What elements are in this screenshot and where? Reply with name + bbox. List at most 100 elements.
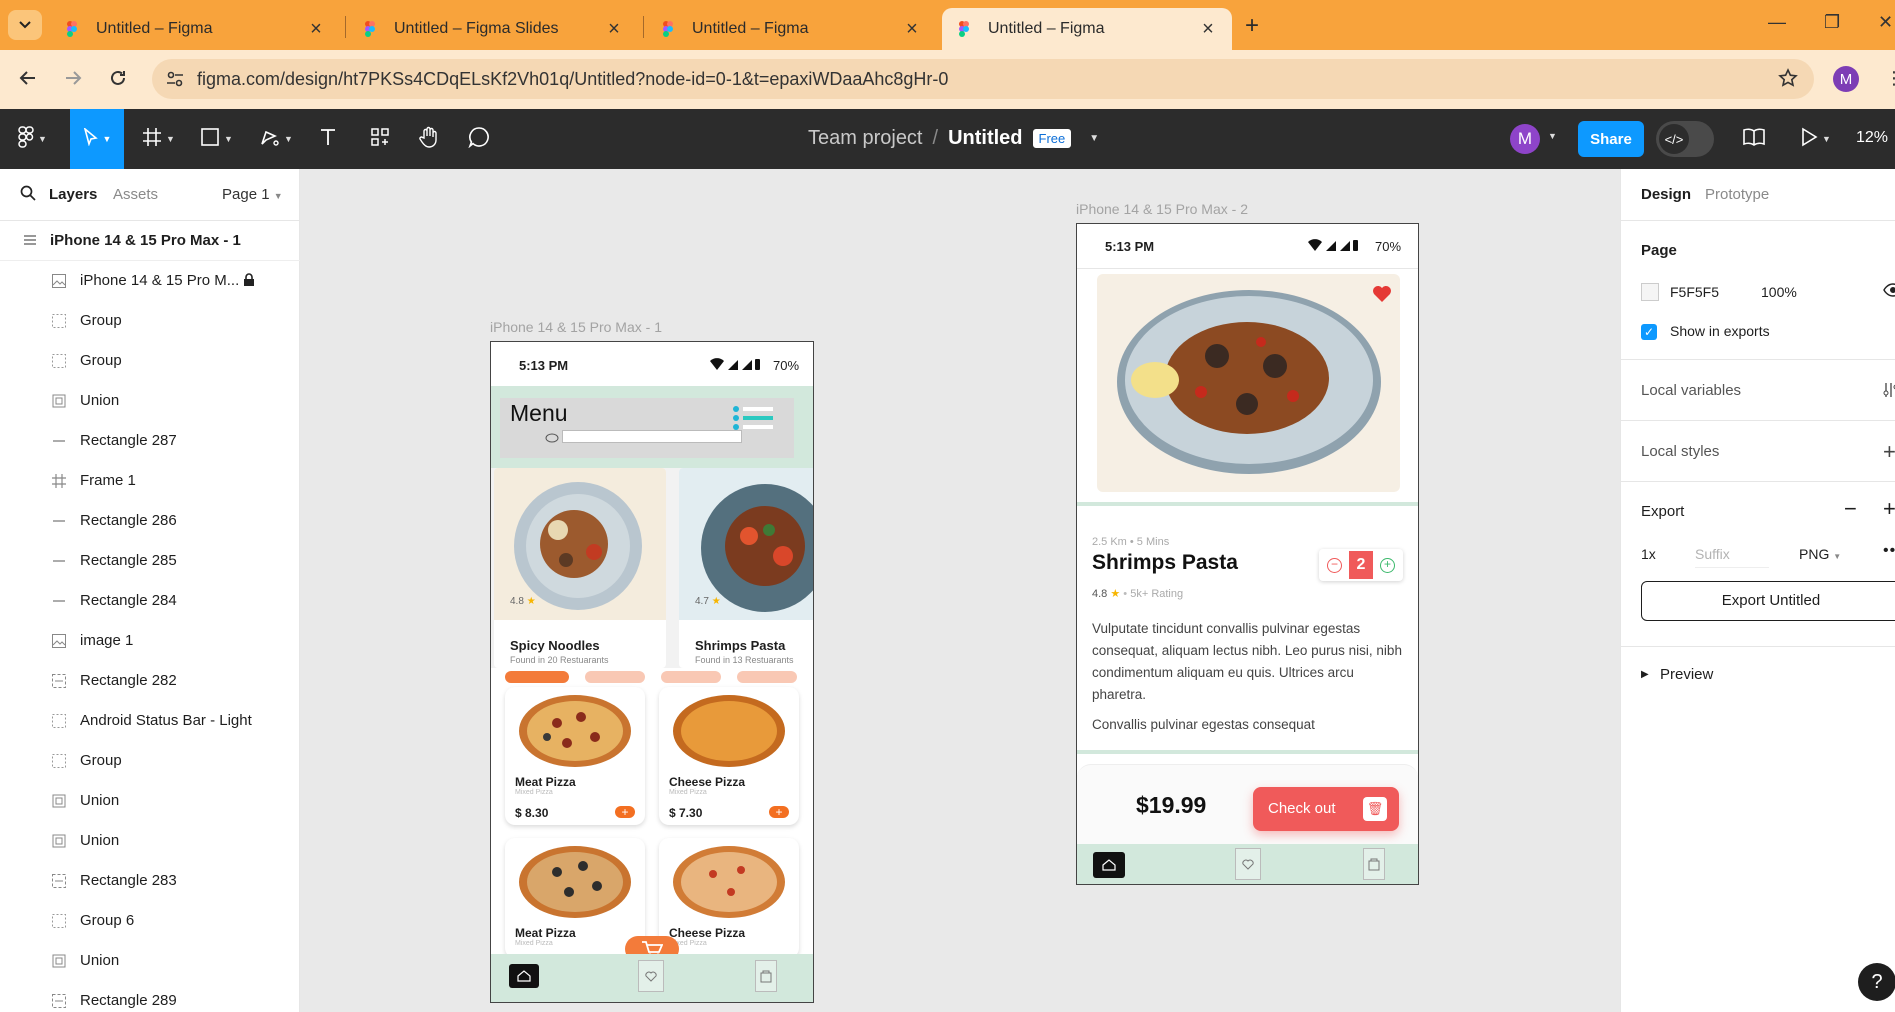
eye-icon[interactable] [1883,282,1895,303]
pizza-card[interactable]: Meat Pizza Mixed Pizza [505,838,645,958]
add-style-plus-icon[interactable]: + [1883,439,1895,465]
layer-root-frame[interactable]: iPhone 14 & 15 Pro Max - 1 [0,221,300,261]
close-icon[interactable]: × [306,18,326,41]
chevron-down-icon[interactable]: ▼ [1089,133,1099,144]
bookmark-star-icon[interactable] [1778,68,1798,93]
remove-export-minus-icon[interactable]: − [1844,496,1857,522]
layer-row[interactable]: Rectangle 285 [0,541,300,581]
tab-prototype[interactable]: Prototype [1705,186,1769,203]
back-arrow-icon[interactable] [16,66,40,90]
frame-2-label[interactable]: iPhone 14 & 15 Pro Max - 2 [1076,201,1248,217]
page-opacity-value[interactable]: 100% [1761,284,1797,300]
quantity-stepper[interactable]: − 2 + [1319,549,1403,581]
bag-icon[interactable] [755,960,777,992]
chip[interactable] [505,671,569,683]
browser-tab-4-active[interactable]: Untitled – Figma × [942,8,1232,50]
export-scale[interactable]: 1x [1641,546,1656,562]
layer-row[interactable]: Android Status Bar - Light [0,701,300,741]
frame-tool-button[interactable]: ▼ [142,125,175,153]
pizza-card[interactable]: Meat Pizza Mixed Pizza $ 8.30 + [505,687,645,825]
search-input[interactable] [562,430,742,443]
resources-tool-button[interactable] [370,125,390,153]
page-color-value[interactable]: F5F5F5 [1670,284,1719,300]
layer-row[interactable]: iPhone 14 & 15 Pro M... [0,261,300,301]
chip[interactable] [585,671,645,683]
checkout-button[interactable]: Check out 🗑 [1253,787,1399,831]
plus-icon[interactable]: + [1380,558,1395,573]
layer-row[interactable]: Group [0,341,300,381]
share-button[interactable]: Share [1578,121,1644,157]
window-close-icon[interactable]: ✕ [1878,12,1893,33]
add-icon[interactable]: + [769,806,789,818]
phone-frame-1[interactable]: 5:13 PM 70% Menu 4.8 ★ Spicy Noodles Fou… [490,341,814,1003]
layer-row[interactable]: Union [0,941,300,981]
chevron-down-icon[interactable]: ▼ [1548,131,1557,141]
layer-row[interactable]: Rectangle 289 [0,981,300,1012]
bag-icon[interactable] [1363,848,1385,880]
export-suffix-input[interactable]: Suffix [1695,540,1769,568]
export-button[interactable]: Export Untitled [1641,581,1895,621]
new-tab-plus-icon[interactable]: + [1245,12,1259,40]
help-button[interactable]: ? [1858,963,1895,1001]
browser-tab-1[interactable]: Untitled – Figma × [50,8,340,50]
zoom-level[interactable]: 12% [1856,129,1888,147]
browser-menu-icon[interactable]: ⋮ [1885,68,1895,89]
layer-row[interactable]: Frame 1 [0,461,300,501]
reload-icon[interactable] [106,66,130,90]
variables-icon[interactable] [1883,382,1895,403]
layer-row[interactable]: Rectangle 286 [0,501,300,541]
file-name[interactable]: Untitled [948,127,1022,150]
preview-row[interactable]: ▶ Preview [1621,647,1895,707]
close-icon[interactable]: × [902,18,922,41]
phone-frame-2[interactable]: 5:13 PM 70% 2.5 Km • 5 Mins Shrimps Past… [1076,223,1419,885]
profile-avatar[interactable]: M [1833,66,1859,92]
pizza-card[interactable]: Cheese Pizza Mixed Pizza [659,838,799,958]
library-button[interactable] [1742,125,1766,153]
food-card-shrimps-pasta[interactable]: 4.7 ★ Shrimps Pasta Found in 13 Restuara… [679,468,813,668]
heart-icon[interactable] [638,960,664,992]
layer-row[interactable]: Union [0,381,300,421]
layer-row[interactable]: Group [0,741,300,781]
more-options-icon[interactable]: •• [1883,542,1895,560]
pizza-card[interactable]: Cheese Pizza Mixed Pizza $ 7.30 + [659,687,799,825]
move-tool-button[interactable]: ▼ [70,109,124,169]
layer-row[interactable]: Rectangle 282 [0,661,300,701]
layer-row[interactable]: image 1 [0,621,300,661]
page-selector[interactable]: Page 1 ▼ [222,186,283,203]
tab-design[interactable]: Design [1641,186,1691,203]
shape-tool-button[interactable]: ▼ [200,125,233,153]
lock-icon[interactable] [243,273,255,291]
tab-assets[interactable]: Assets [113,186,158,203]
team-name[interactable]: Team project [808,127,923,150]
layer-row[interactable]: Group [0,301,300,341]
text-tool-button[interactable] [318,125,338,153]
export-format-select[interactable]: PNG ▼ [1799,546,1841,562]
add-export-plus-icon[interactable]: + [1883,496,1895,522]
url-bar[interactable]: figma.com/design/ht7PKSs4CDqELsKf2Vh01q/… [152,59,1814,99]
user-avatar[interactable]: M [1510,124,1540,154]
close-icon[interactable]: × [604,18,624,41]
site-settings-icon[interactable] [166,70,184,93]
close-icon[interactable]: × [1198,18,1218,41]
favorite-heart-icon[interactable] [1371,284,1393,309]
layer-row[interactable]: Group 6 [0,901,300,941]
layer-row[interactable]: Rectangle 284 [0,581,300,621]
show-in-exports-checkbox[interactable]: ✓ [1641,324,1657,340]
tab-search-dropdown[interactable] [8,10,42,40]
home-icon[interactable] [509,964,539,988]
layer-row[interactable]: Rectangle 283 [0,861,300,901]
comment-tool-button[interactable] [468,125,490,153]
pen-tool-button[interactable]: ▼ [260,125,293,153]
search-icon[interactable] [20,185,36,205]
heart-icon[interactable] [1235,848,1261,880]
restore-icon[interactable]: ❐ [1824,12,1840,33]
add-icon[interactable]: + [615,806,635,818]
chip[interactable] [661,671,721,683]
forward-arrow-icon[interactable] [61,66,85,90]
browser-tab-2[interactable]: Untitled – Figma Slides × [348,8,638,50]
tab-layers[interactable]: Layers [49,186,97,203]
food-card-spicy-noodles[interactable]: 4.8 ★ Spicy Noodles Found in 20 Restuara… [494,468,666,668]
layer-row[interactable]: Union [0,781,300,821]
minimize-icon[interactable]: — [1768,12,1786,33]
design-canvas[interactable]: iPhone 14 & 15 Pro Max - 1 iPhone 14 & 1… [300,169,1620,1012]
